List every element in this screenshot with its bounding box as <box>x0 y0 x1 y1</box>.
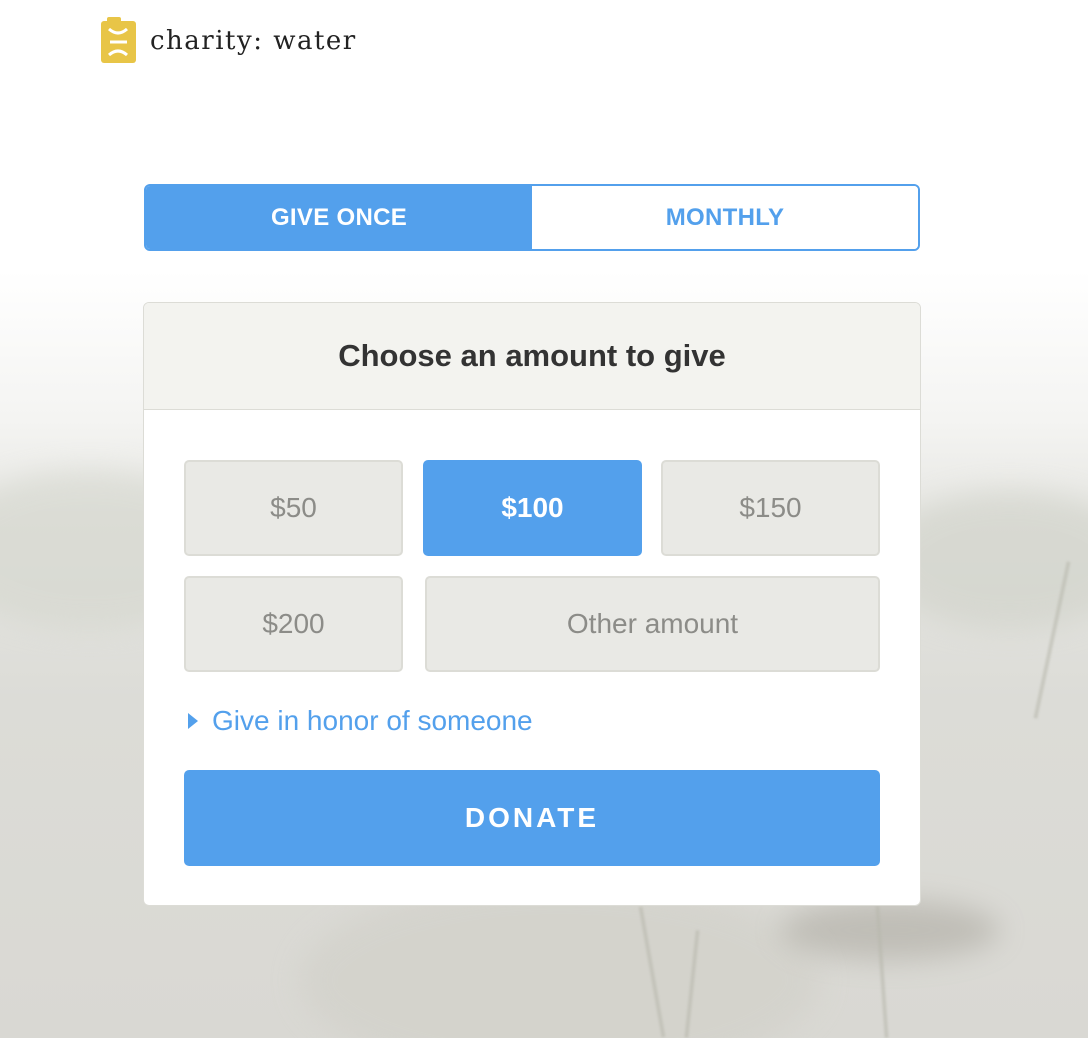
card-title: Choose an amount to give <box>338 338 726 373</box>
monthly-tab[interactable]: MONTHLY <box>532 186 918 249</box>
amount-button-100[interactable]: $100 <box>423 460 642 556</box>
donate-button[interactable]: DONATE <box>184 770 880 866</box>
donation-card: Choose an amount to give $50 $100 $150 $… <box>143 302 921 906</box>
give-in-honor-label: Give in honor of someone <box>212 705 533 736</box>
give-once-tab[interactable]: GIVE ONCE <box>146 186 532 249</box>
charity-water-logo[interactable]: charity: water <box>101 17 357 63</box>
caret-right-icon <box>188 713 198 729</box>
give-in-honor-link[interactable]: Give in honor of someone <box>188 705 533 737</box>
amount-button-200[interactable]: $200 <box>184 576 403 672</box>
amount-button-50[interactable]: $50 <box>184 460 403 556</box>
other-amount-input[interactable]: Other amount <box>425 576 880 672</box>
card-header: Choose an amount to give <box>144 303 920 410</box>
frequency-toggle: GIVE ONCE MONTHLY <box>144 184 920 251</box>
logo-wordmark: charity: water <box>150 26 357 56</box>
amount-button-150[interactable]: $150 <box>661 460 880 556</box>
jerry-can-icon <box>101 17 136 63</box>
